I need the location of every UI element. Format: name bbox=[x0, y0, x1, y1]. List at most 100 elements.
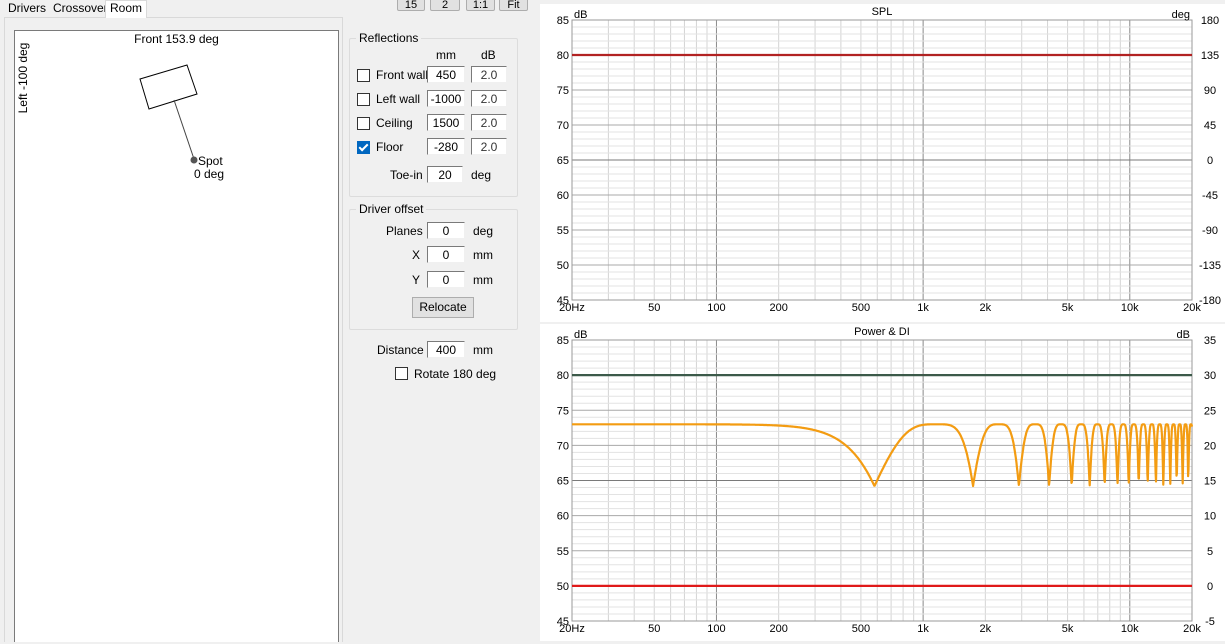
y-axis-label: dB bbox=[574, 329, 587, 341]
tab-room[interactable]: Room bbox=[105, 0, 148, 18]
x-tick-label: 200 bbox=[769, 302, 787, 314]
tab-crossover[interactable]: Crossover bbox=[49, 1, 112, 16]
distance-field[interactable]: 400 bbox=[427, 341, 465, 358]
ceiling-mm-field[interactable]: 1500 bbox=[427, 114, 465, 131]
y2-axis-label: dB bbox=[1177, 329, 1190, 341]
speaker-box[interactable] bbox=[139, 64, 198, 110]
x-tick-label: 10k bbox=[1121, 302, 1139, 314]
ceiling-checkbox[interactable] bbox=[357, 117, 370, 130]
chart-title: SPL bbox=[872, 6, 893, 18]
spot-deg-label: 0 deg bbox=[194, 167, 225, 181]
x-tick-label: 500 bbox=[852, 623, 870, 635]
tab-bar: Drivers Crossover Room bbox=[0, 0, 345, 18]
x-offset-field[interactable]: 0 bbox=[427, 246, 465, 263]
listening-spot-dot[interactable] bbox=[190, 156, 198, 164]
y-tick-label: 70 bbox=[557, 440, 569, 452]
y-tick-label: 55 bbox=[557, 546, 569, 558]
room-canvas[interactable]: Front 153.9 deg Left -100 deg Spot 0 deg bbox=[14, 30, 339, 642]
y-tick-label: 75 bbox=[557, 85, 569, 97]
y2-tick-label: -5 bbox=[1205, 616, 1215, 628]
y2-tick-label: -135 bbox=[1199, 260, 1221, 272]
y2-tick-label: 20 bbox=[1204, 440, 1216, 452]
x-tick-label: 1k bbox=[917, 623, 929, 635]
rotate-checkbox[interactable] bbox=[395, 367, 408, 380]
y-tick-label: 60 bbox=[557, 511, 569, 523]
floor-db-field[interactable]: 2.0 bbox=[471, 138, 507, 155]
x-tick-label: 20Hz bbox=[559, 623, 585, 635]
y-axis-label: dB bbox=[574, 9, 587, 21]
x-tick-label: 200 bbox=[769, 623, 787, 635]
y2-axis-label: deg bbox=[1172, 9, 1190, 21]
x-tick-label: 50 bbox=[648, 302, 660, 314]
x-tick-label: 5k bbox=[1062, 302, 1074, 314]
x-tick-label: 2k bbox=[980, 623, 992, 635]
toein-label: Toe-in bbox=[390, 168, 423, 182]
power-di-chart[interactable]: Power & DIdB dB85807570656055504535302520… bbox=[540, 324, 1225, 641]
front-wall-mm-field[interactable]: 450 bbox=[427, 66, 465, 83]
front-wall-db-field[interactable]: 2.0 bbox=[471, 66, 507, 83]
left-wall-mm-field[interactable]: -1000 bbox=[427, 90, 465, 107]
chart-title: Power & DI bbox=[854, 326, 910, 338]
planes-label: Planes bbox=[386, 224, 423, 238]
x-tick-label: 100 bbox=[707, 623, 725, 635]
toein-unit: deg bbox=[471, 168, 492, 182]
y2-tick-label: -45 bbox=[1202, 190, 1218, 202]
left-wall-label: Left wall bbox=[376, 92, 421, 106]
zoom-fit-button[interactable]: Fit bbox=[499, 0, 528, 11]
y-offset-field[interactable]: 0 bbox=[427, 271, 465, 288]
distance-unit: mm bbox=[473, 343, 493, 357]
tab-drivers[interactable]: Drivers bbox=[4, 1, 50, 16]
x-tick-label: 20k bbox=[1183, 623, 1201, 635]
x-tick-label: 500 bbox=[852, 302, 870, 314]
x-label: X bbox=[412, 248, 421, 262]
ceiling-db-field[interactable]: 2.0 bbox=[471, 114, 507, 131]
y-tick-label: 75 bbox=[557, 405, 569, 417]
distance-label: Distance bbox=[377, 343, 424, 357]
y-tick-label: 55 bbox=[557, 225, 569, 237]
relocate-button[interactable]: Relocate bbox=[412, 297, 474, 318]
y-tick-label: 85 bbox=[557, 15, 569, 27]
left-wall-db-field[interactable]: 2.0 bbox=[471, 90, 507, 107]
zoom-2-button[interactable]: 2 bbox=[430, 0, 460, 11]
spot-label: Spot bbox=[198, 154, 223, 168]
col-db-header: dB bbox=[481, 48, 496, 62]
floor-checkbox[interactable] bbox=[357, 141, 370, 154]
y-tick-label: 70 bbox=[557, 120, 569, 132]
x-tick-label: 100 bbox=[707, 302, 725, 314]
planes-field[interactable]: 0 bbox=[427, 222, 465, 239]
y2-tick-label: 45 bbox=[1204, 120, 1216, 132]
y-tick-label: 80 bbox=[557, 370, 569, 382]
spl-chart[interactable]: SPLdB deg85807570656055504518013590450-45… bbox=[540, 4, 1225, 322]
y2-tick-label: 90 bbox=[1204, 85, 1216, 97]
x-unit: mm bbox=[473, 248, 493, 262]
front-wall-label: Front wall bbox=[376, 68, 429, 82]
y2-tick-label: 135 bbox=[1201, 50, 1219, 62]
y-tick-label: 65 bbox=[557, 155, 569, 167]
y2-tick-label: 30 bbox=[1204, 370, 1216, 382]
y-tick-label: 50 bbox=[557, 581, 569, 593]
x-tick-label: 1k bbox=[917, 302, 929, 314]
y-tick-label: 50 bbox=[557, 260, 569, 272]
col-mm-header: mm bbox=[436, 48, 456, 62]
left-wall-checkbox[interactable] bbox=[357, 93, 370, 106]
y-tick-label: 85 bbox=[557, 335, 569, 347]
y-tick-label: 60 bbox=[557, 190, 569, 202]
reflections-title: Reflections bbox=[356, 31, 422, 45]
x-tick-label: 5k bbox=[1062, 623, 1074, 635]
y-unit: mm bbox=[473, 273, 493, 287]
zoom-1-1-button[interactable]: 1:1 bbox=[466, 0, 495, 11]
y2-tick-label: -90 bbox=[1202, 225, 1218, 237]
y2-tick-label: 15 bbox=[1204, 476, 1216, 488]
front-wall-checkbox[interactable] bbox=[357, 69, 370, 82]
zoom-15-button[interactable]: 15 bbox=[397, 0, 425, 11]
rotate-label: Rotate 180 deg bbox=[414, 367, 497, 381]
y2-tick-label: 5 bbox=[1207, 546, 1213, 558]
floor-mm-field[interactable]: -280 bbox=[427, 138, 465, 155]
aim-line bbox=[173, 99, 195, 160]
ceiling-label: Ceiling bbox=[376, 116, 413, 130]
y2-tick-label: -180 bbox=[1199, 295, 1221, 307]
driver-offset-title: Driver offset bbox=[356, 202, 427, 216]
toein-field[interactable]: 20 bbox=[427, 166, 463, 183]
y-tick-label: 65 bbox=[557, 476, 569, 488]
y2-tick-label: 180 bbox=[1201, 15, 1219, 27]
